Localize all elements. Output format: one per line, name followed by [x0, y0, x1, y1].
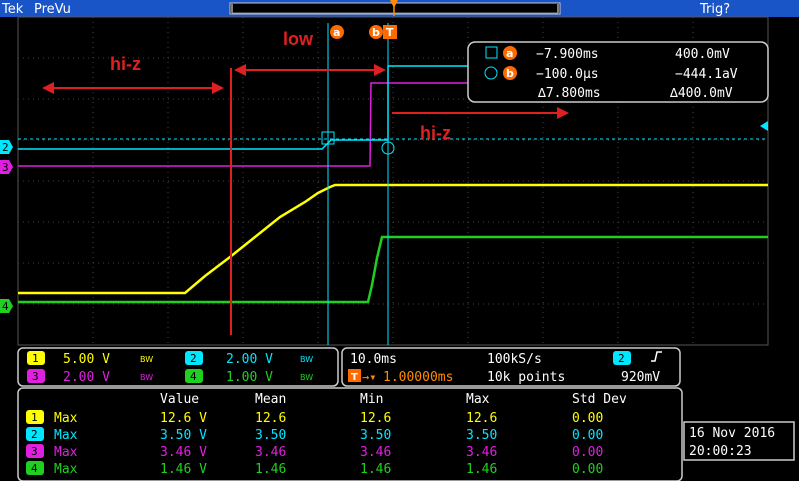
svg-text:3: 3: [32, 370, 39, 383]
cursor-b-time: −100.0µs: [536, 67, 599, 82]
datetime-panel: 16 Nov 2016 20:00:23: [683, 421, 795, 461]
channel-4-scale: 1.00 V: [226, 370, 273, 385]
svg-text:2: 2: [2, 141, 9, 154]
channel-3-bw-icon: BW: [140, 373, 153, 382]
measurement-channel-id: 2: [31, 428, 38, 441]
svg-text:4: 4: [2, 300, 9, 313]
measurement-min: 12.6: [360, 411, 391, 426]
channel-2-bw-icon: BW: [300, 355, 313, 364]
oscilloscope-screen: Tek PreVu Trig? 2 3 4 hi-z low hi-z a b …: [0, 0, 799, 481]
measurement-name: Max: [54, 428, 78, 443]
header-max: Max: [466, 392, 490, 407]
channel-2-scale: 2.00 V: [226, 352, 273, 367]
measurement-mean: 3.50: [255, 428, 286, 443]
measurement-max: 1.46: [466, 462, 497, 477]
svg-text:2: 2: [618, 352, 625, 365]
measurement-std: 0.00: [572, 445, 603, 460]
measurement-name: Max: [54, 411, 78, 426]
measurement-name: Max: [54, 462, 78, 477]
measurement-std: 0.00: [572, 462, 603, 477]
measurement-max: 12.6: [466, 411, 497, 426]
svg-text:4: 4: [190, 370, 197, 383]
measurement-mean: 1.46: [255, 462, 286, 477]
svg-text:T: T: [386, 26, 394, 39]
measurement-name: Max: [54, 445, 78, 460]
cursor-a-time: −7.900ms: [536, 47, 599, 62]
measurement-value: 3.46 V: [160, 445, 207, 460]
measurement-value: 12.6 V: [160, 411, 207, 426]
annotation-arrow-low: [234, 64, 386, 76]
cursor-b-badge[interactable]: b: [369, 25, 383, 39]
channel-1-scale: 5.00 V: [63, 352, 110, 367]
annotation-hiz-right: hi-z: [420, 123, 451, 143]
channel-4-bw-icon: BW: [300, 373, 313, 382]
measurement-mean: 3.46: [255, 445, 286, 460]
measurement-channel-id: 1: [31, 411, 38, 424]
cursor-a-value: 400.0mV: [675, 47, 730, 62]
measurements-panel: Value Mean Min Max Std Dev 1 Max 12.6 V 12.…: [17, 387, 683, 481]
channel-1-bw-icon: BW: [140, 355, 153, 364]
trigger-status-label: Trig?: [699, 2, 730, 17]
trigger-level: 920mV: [621, 370, 660, 385]
measurement-std: 0.00: [572, 411, 603, 426]
annotation-hiz-left: hi-z: [110, 54, 141, 74]
cursor-delta-time: ∆7.800ms: [537, 86, 601, 101]
channel-3-scale: 2.00 V: [63, 370, 110, 385]
svg-text:a: a: [333, 26, 340, 39]
annotation-low: low: [283, 29, 314, 49]
channel-4-marker[interactable]: 4: [0, 299, 13, 313]
trigger-badge[interactable]: T: [383, 25, 397, 39]
svg-text:1: 1: [32, 352, 39, 365]
trigger-position-arrow-icon: →▾: [362, 370, 376, 384]
date-label: 16 Nov 2016: [689, 426, 775, 441]
channel-2-marker[interactable]: 2: [0, 140, 13, 154]
measurement-channel-id: 3: [31, 445, 38, 458]
measurement-min: 3.50: [360, 428, 391, 443]
sample-rate: 100kS/s: [487, 352, 542, 367]
annotation-arrow-hiz-left: [42, 82, 224, 94]
measurement-min: 3.46: [360, 445, 391, 460]
brand-label: Tek: [1, 2, 24, 17]
trigger-level-marker-icon[interactable]: [760, 121, 768, 131]
cursor-a-badge[interactable]: a: [330, 25, 344, 39]
header-std-dev: Std Dev: [572, 392, 627, 407]
measurement-channel-id: 4: [31, 462, 38, 475]
cursor-b-value: −444.1aV: [675, 67, 738, 82]
measurement-max: 3.50: [466, 428, 497, 443]
channel-1-waveform: [18, 183, 768, 295]
measurement-min: 1.46: [360, 462, 391, 477]
cursor-delta-value: ∆400.0mV: [669, 86, 733, 101]
record-length: 10k points: [487, 370, 565, 385]
svg-text:b: b: [506, 67, 514, 80]
annotation-arrow-hiz-right: [392, 107, 569, 119]
mode-label: PreVu: [34, 2, 71, 17]
svg-text:a: a: [506, 47, 513, 60]
svg-text:3: 3: [2, 161, 9, 174]
header-mean: Mean: [255, 392, 286, 407]
header-value: Value: [160, 392, 199, 407]
measurement-value: 3.50 V: [160, 428, 207, 443]
cursor-readout-panel: a −7.900ms 400.0mV b −100.0µs −444.1aV ∆…: [467, 41, 769, 103]
svg-text:2: 2: [190, 352, 197, 365]
header-min: Min: [360, 392, 383, 407]
measurement-mean: 12.6: [255, 411, 286, 426]
channel-settings-panel: 1 5.00 V BW 2 2.00 V BW 3 2.00 V BW 4 1.…: [17, 347, 339, 387]
channel-3-marker[interactable]: 3: [0, 160, 13, 174]
measurement-max: 3.46: [466, 445, 497, 460]
time-label: 20:00:23: [689, 444, 752, 459]
svg-text:b: b: [372, 26, 380, 39]
svg-text:T: T: [351, 372, 358, 383]
measurement-value: 1.46 V: [160, 462, 207, 477]
measurement-std: 0.00: [572, 428, 603, 443]
timebase-panel[interactable]: 10.0ms 100kS/s 2 T →▾ 1.00000ms 10k poin…: [341, 347, 681, 387]
timebase-scale: 10.0ms: [350, 352, 397, 367]
trigger-position: 1.00000ms: [383, 370, 453, 385]
